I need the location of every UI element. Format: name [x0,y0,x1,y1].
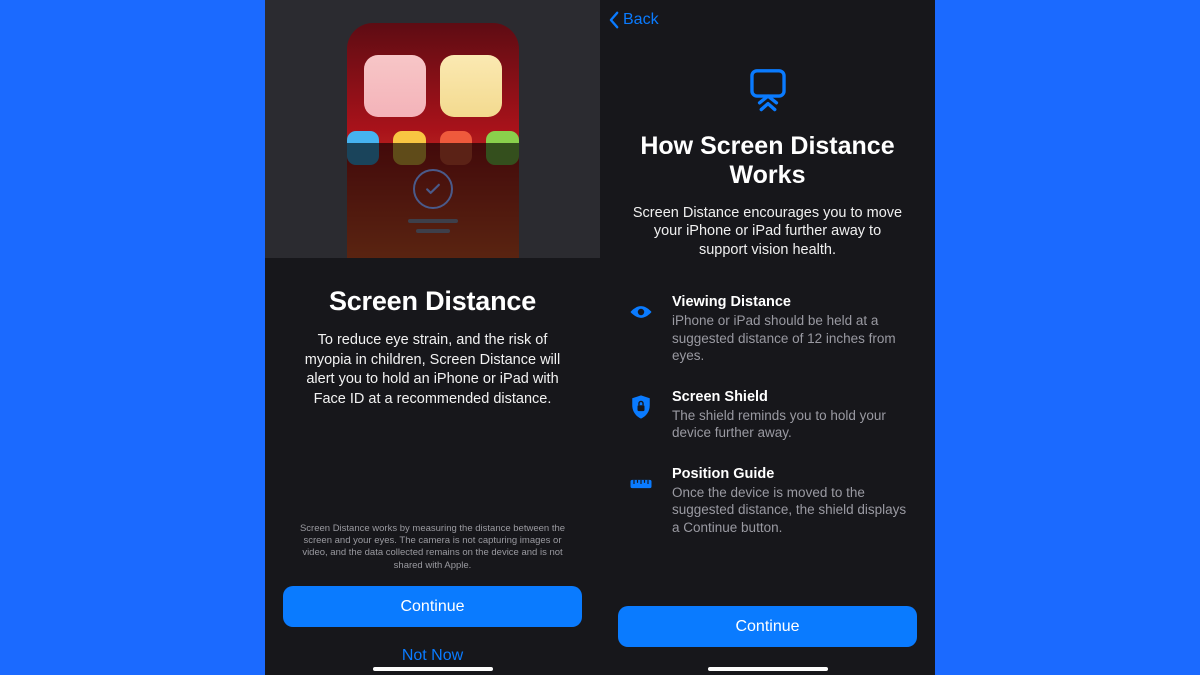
feature-viewing-distance: Viewing Distance iPhone or iPad should b… [622,294,913,365]
feature-body: iPhone or iPad should be held at a sugge… [672,312,911,365]
continue-button[interactable]: Continue [283,586,582,627]
home-indicator[interactable] [373,667,493,672]
screen-distance-hero-icon [741,64,795,118]
page-description: Screen Distance encourages you to move y… [622,204,913,261]
continue-button[interactable]: Continue [618,606,917,647]
mock-iphone [347,23,519,258]
screen-distance-intro-screen: Screen Distance To reduce eye strain, an… [265,0,600,675]
back-label: Back [623,11,659,29]
chevron-left-icon [608,11,621,29]
feature-position-guide: Position Guide Once the device is moved … [622,466,913,537]
feature-body: The shield reminds you to hold your devi… [672,407,911,442]
mock-app-tile [440,55,502,117]
feature-screen-shield: Screen Shield The shield reminds you to … [622,389,913,442]
mock-shield-overlay [347,143,519,258]
checkmark-circle-icon [413,169,453,209]
feature-title: Position Guide [672,466,911,482]
hero-illustration [265,0,600,258]
shield-lock-icon [624,389,658,442]
page-title: How Screen Distance Works [622,132,913,190]
feature-title: Screen Shield [672,389,911,405]
mock-app-tile [364,55,426,117]
page-description: To reduce eye strain, and the risk of my… [289,331,576,409]
back-button[interactable]: Back [608,11,659,29]
home-indicator[interactable] [708,667,828,672]
feature-title: Viewing Distance [672,294,911,310]
eye-icon [624,294,658,365]
privacy-fine-print: Screen Distance works by measuring the d… [289,523,576,572]
how-it-works-content: How Screen Distance Works Screen Distanc… [600,40,935,606]
ruler-icon [624,466,658,537]
feature-body: Once the device is moved to the suggeste… [672,484,911,537]
page-title: Screen Distance [289,286,576,317]
nav-bar: Back [600,0,935,40]
intro-content: Screen Distance To reduce eye strain, an… [265,258,600,586]
phones-container: Screen Distance To reduce eye strain, an… [265,0,935,675]
how-it-works-screen: Back How Screen Distance Works Screen Di… [600,0,935,675]
